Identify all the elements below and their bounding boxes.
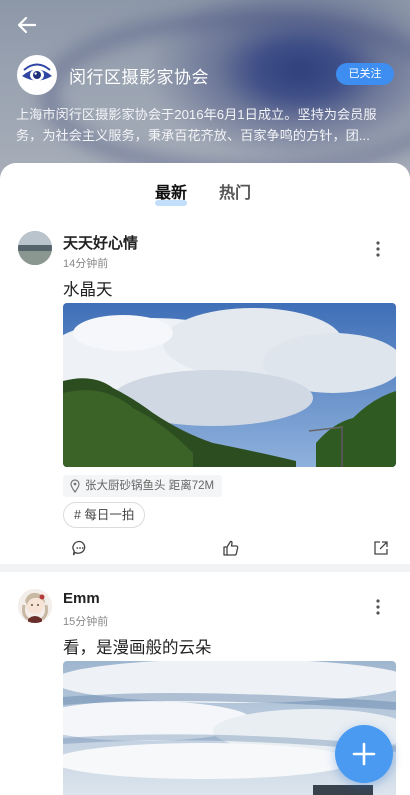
follow-button[interactable]: 已关注 (336, 63, 394, 85)
tab-latest-label: 最新 (155, 185, 188, 202)
back-arrow-icon[interactable] (14, 12, 40, 38)
location-pin-icon (70, 479, 80, 493)
location-tag[interactable]: 张大厨砂锅鱼头 距离72M (63, 475, 223, 497)
club-name: 闵行区摄影家协会 (69, 68, 209, 87)
post-timestamp: 14分钟前 (63, 258, 109, 270)
like-icon[interactable] (222, 539, 240, 557)
post-card: 天天好心情 14分钟前 水晶天 张大厨砂锅鱼头 距离72M # 每日一拍 (0, 219, 410, 559)
post-photo[interactable] (63, 303, 396, 467)
post-username[interactable]: 天天好心情 (63, 232, 138, 253)
more-options-icon[interactable] (370, 239, 386, 259)
post-timestamp: 15分钟前 (63, 616, 109, 628)
club-header: 闵行区摄影家协会 已关注 上海市闵行区摄影家协会于2016年6月1日成立。坚持为… (0, 0, 410, 180)
post-username[interactable]: Emm (63, 590, 100, 607)
tab-latest[interactable]: 最新 (155, 179, 188, 206)
location-text: 张大厨砂锅鱼头 距离72M (85, 480, 215, 492)
comment-icon[interactable] (71, 539, 89, 557)
add-post-button[interactable] (335, 725, 393, 783)
post-text: 水晶天 (63, 281, 113, 299)
share-icon[interactable] (372, 539, 390, 557)
more-options-icon[interactable] (370, 597, 386, 617)
topic-tag[interactable]: # 每日一拍 (63, 502, 146, 528)
plus-icon (352, 742, 376, 766)
feed-panel: 最新 热门 天天好心情 14分钟前 水晶天 张大厨砂锅鱼头 距离72M # 每日… (0, 163, 410, 795)
avatar[interactable] (18, 231, 52, 265)
feed-tabs: 最新 热门 (0, 163, 410, 213)
club-description[interactable]: 上海市闵行区摄影家协会于2016年6月1日成立。坚持为会员服务，为社会主义服务，… (16, 104, 396, 146)
club-logo-avatar (17, 55, 57, 95)
avatar[interactable] (18, 589, 52, 623)
post-divider (0, 564, 410, 572)
post-text: 看，是漫画般的云朵 (63, 639, 212, 657)
tab-hot[interactable]: 热门 (219, 179, 251, 203)
